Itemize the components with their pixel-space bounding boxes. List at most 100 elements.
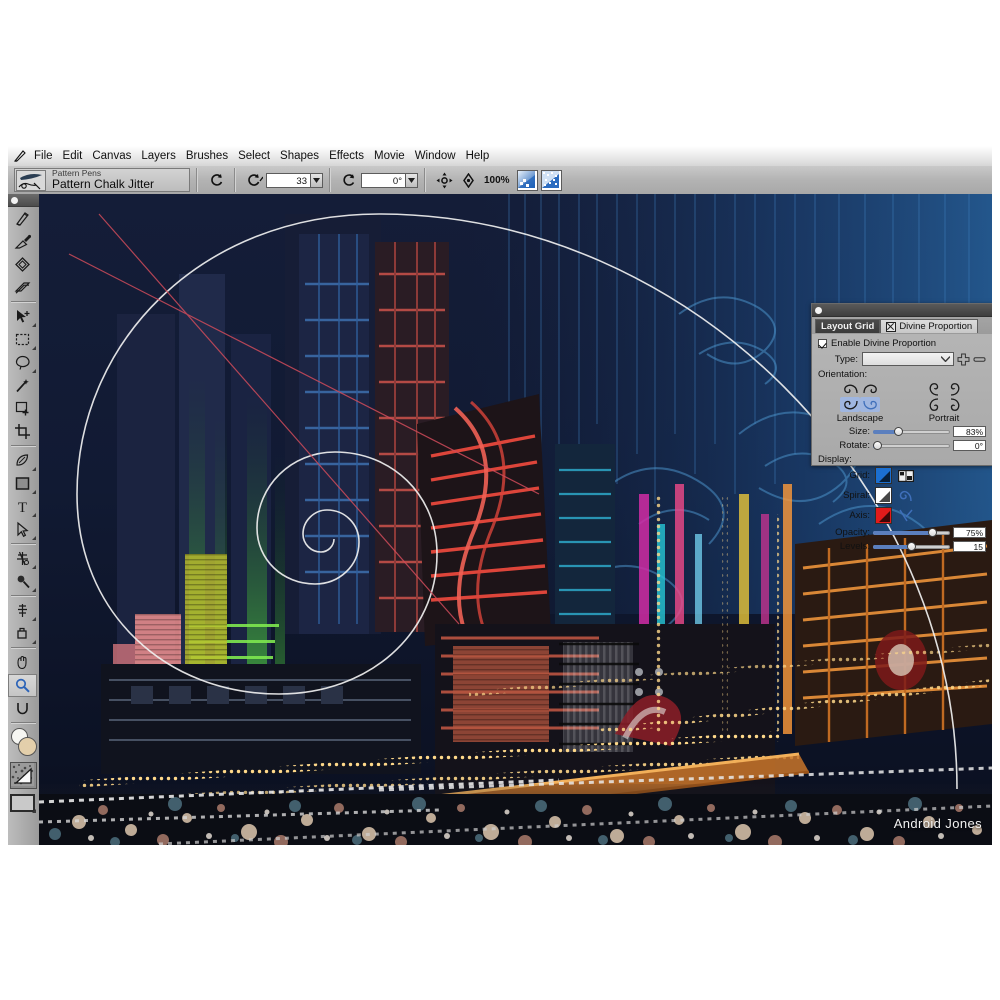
tool-flyout-indicator: [32, 323, 36, 327]
panel-collapse-dot-icon[interactable]: [11, 197, 18, 204]
tool-rotate-page[interactable]: [8, 697, 37, 720]
spiral-quadrant-selected[interactable]: [860, 397, 880, 412]
panel-body: Enable Divine Proportion Type: Orientati…: [812, 334, 992, 552]
minus-icon[interactable]: [973, 353, 986, 366]
tool-perspective-grid[interactable]: [8, 570, 37, 593]
brush-angle-icon[interactable]: [337, 168, 361, 192]
axis-display-icon[interactable]: [897, 508, 914, 523]
move-crosshair-icon[interactable]: [432, 168, 456, 192]
orientation-landscape[interactable]: Landscape: [829, 382, 891, 424]
spiral-quadrant-selected[interactable]: [840, 397, 860, 412]
opacity-value[interactable]: 75%: [953, 527, 986, 538]
rotate-value[interactable]: 0°: [953, 440, 986, 451]
tool-flyout-indicator: [32, 617, 36, 621]
tool-dropper[interactable]: [8, 230, 37, 253]
menu-item-help[interactable]: Help: [461, 147, 495, 165]
toolbox-divider: [11, 445, 36, 447]
menu-item-select[interactable]: Select: [233, 147, 275, 165]
tool-flyout-indicator: [32, 809, 36, 813]
tool-lasso-selection[interactable]: [8, 351, 37, 374]
menu-item-effects[interactable]: Effects: [324, 147, 369, 165]
grid-display-icon[interactable]: [897, 468, 914, 483]
opacity-slider[interactable]: [873, 527, 950, 538]
panel-collapse-dot-icon[interactable]: [815, 307, 822, 314]
panel-title-bar[interactable]: [812, 304, 992, 317]
tool-pen[interactable]: [8, 449, 37, 472]
enable-divine-proportion-checkbox[interactable]: [818, 339, 827, 348]
tool-crop[interactable]: [8, 420, 37, 443]
menu-item-layers[interactable]: Layers: [136, 147, 181, 165]
spiral-quadrant[interactable]: [924, 397, 944, 412]
size-slider[interactable]: [873, 426, 950, 437]
tool-layer-adjuster[interactable]: [8, 305, 37, 328]
brush-angle-input[interactable]: 0°: [361, 173, 405, 188]
tool-text[interactable]: T: [8, 495, 37, 518]
spiral-quadrant[interactable]: [840, 382, 860, 397]
tool-paint-bucket[interactable]: [8, 253, 37, 276]
pattern-swatch-icon[interactable]: [541, 170, 562, 191]
brush-angle-spinner[interactable]: [405, 173, 418, 188]
tool-magic-wand[interactable]: [8, 374, 37, 397]
menu-item-shapes[interactable]: Shapes: [275, 147, 324, 165]
type-dropdown[interactable]: [862, 352, 954, 366]
plus-icon[interactable]: [957, 353, 970, 366]
levels-slider[interactable]: [873, 541, 950, 552]
paper-texture-selector-icon[interactable]: [10, 762, 37, 789]
tab-divine-proportion[interactable]: Divine Proportion: [880, 319, 978, 333]
brush-size-spinner[interactable]: [310, 173, 323, 188]
reset-tool-icon[interactable]: [204, 168, 228, 192]
menu-item-file[interactable]: File: [29, 147, 58, 165]
size-value[interactable]: 83%: [953, 426, 986, 437]
opacity-value-label[interactable]: 100%: [484, 175, 510, 186]
tool-brush[interactable]: [8, 207, 37, 230]
grid-color-swatch[interactable]: [875, 467, 892, 484]
tool-flyout-indicator: [32, 490, 36, 494]
rectangle-shape-icon[interactable]: [8, 791, 37, 814]
menu-bar: File Edit Canvas Layers Brushes Select S…: [8, 146, 992, 167]
grid-label: Grid:: [818, 470, 870, 481]
slider-track: [873, 444, 950, 448]
spiral-portrait-icon: [924, 382, 964, 412]
tool-magnifier-zoom[interactable]: [8, 674, 37, 697]
foreground-color-swatch[interactable]: [18, 737, 37, 756]
spiral-quadrant[interactable]: [924, 382, 944, 397]
spiral-quadrant[interactable]: [860, 382, 880, 397]
brush-size-input[interactable]: 33: [266, 173, 310, 188]
tool-shape-rectangle[interactable]: [8, 472, 37, 495]
brush-size-icon[interactable]: [242, 168, 266, 192]
tab-layout-grid[interactable]: Layout Grid: [815, 319, 880, 333]
menu-item-window[interactable]: Window: [410, 147, 461, 165]
rotate-slider[interactable]: [873, 440, 950, 451]
spiral-color-swatch[interactable]: [875, 487, 892, 504]
tool-eraser[interactable]: [8, 276, 37, 299]
spiral-quadrant[interactable]: [944, 397, 964, 412]
tool-shape-selection[interactable]: [8, 518, 37, 541]
menu-item-edit[interactable]: Edit: [58, 147, 88, 165]
opacity-label: Opacity:: [818, 527, 870, 538]
tool-divine-proportion[interactable]: [8, 547, 37, 570]
spiral-display-icon[interactable]: [897, 488, 914, 503]
axis-color-swatch[interactable]: [875, 507, 892, 524]
orientation-portrait[interactable]: Portrait: [913, 382, 975, 424]
menu-item-canvas[interactable]: Canvas: [87, 147, 136, 165]
tool-selection-adjuster[interactable]: [8, 397, 37, 420]
slider-knob[interactable]: [873, 441, 882, 450]
tool-rectangular-selection[interactable]: [8, 328, 37, 351]
enable-divine-proportion-row[interactable]: Enable Divine Proportion: [818, 338, 986, 349]
tool-rubber-stamp[interactable]: [8, 622, 37, 645]
slider-knob[interactable]: [907, 542, 916, 551]
brush-selector[interactable]: Pattern Pens Pattern Chalk Jitter: [14, 168, 190, 192]
tool-cloner[interactable]: [8, 599, 37, 622]
spiral-quadrant[interactable]: [944, 382, 964, 397]
tool-flyout-indicator: [32, 640, 36, 644]
slider-knob[interactable]: [894, 427, 903, 436]
levels-value[interactable]: 15: [953, 541, 986, 552]
menu-item-movie[interactable]: Movie: [369, 147, 410, 165]
menu-item-brushes[interactable]: Brushes: [181, 147, 233, 165]
tool-grabber-hand[interactable]: [8, 651, 37, 674]
color-swatches-icon[interactable]: [8, 726, 37, 760]
slider-knob[interactable]: [928, 528, 937, 537]
toolbox-title-bar[interactable]: [8, 194, 39, 207]
center-target-icon[interactable]: [456, 168, 480, 192]
gradient-swatch-icon[interactable]: [517, 170, 538, 191]
